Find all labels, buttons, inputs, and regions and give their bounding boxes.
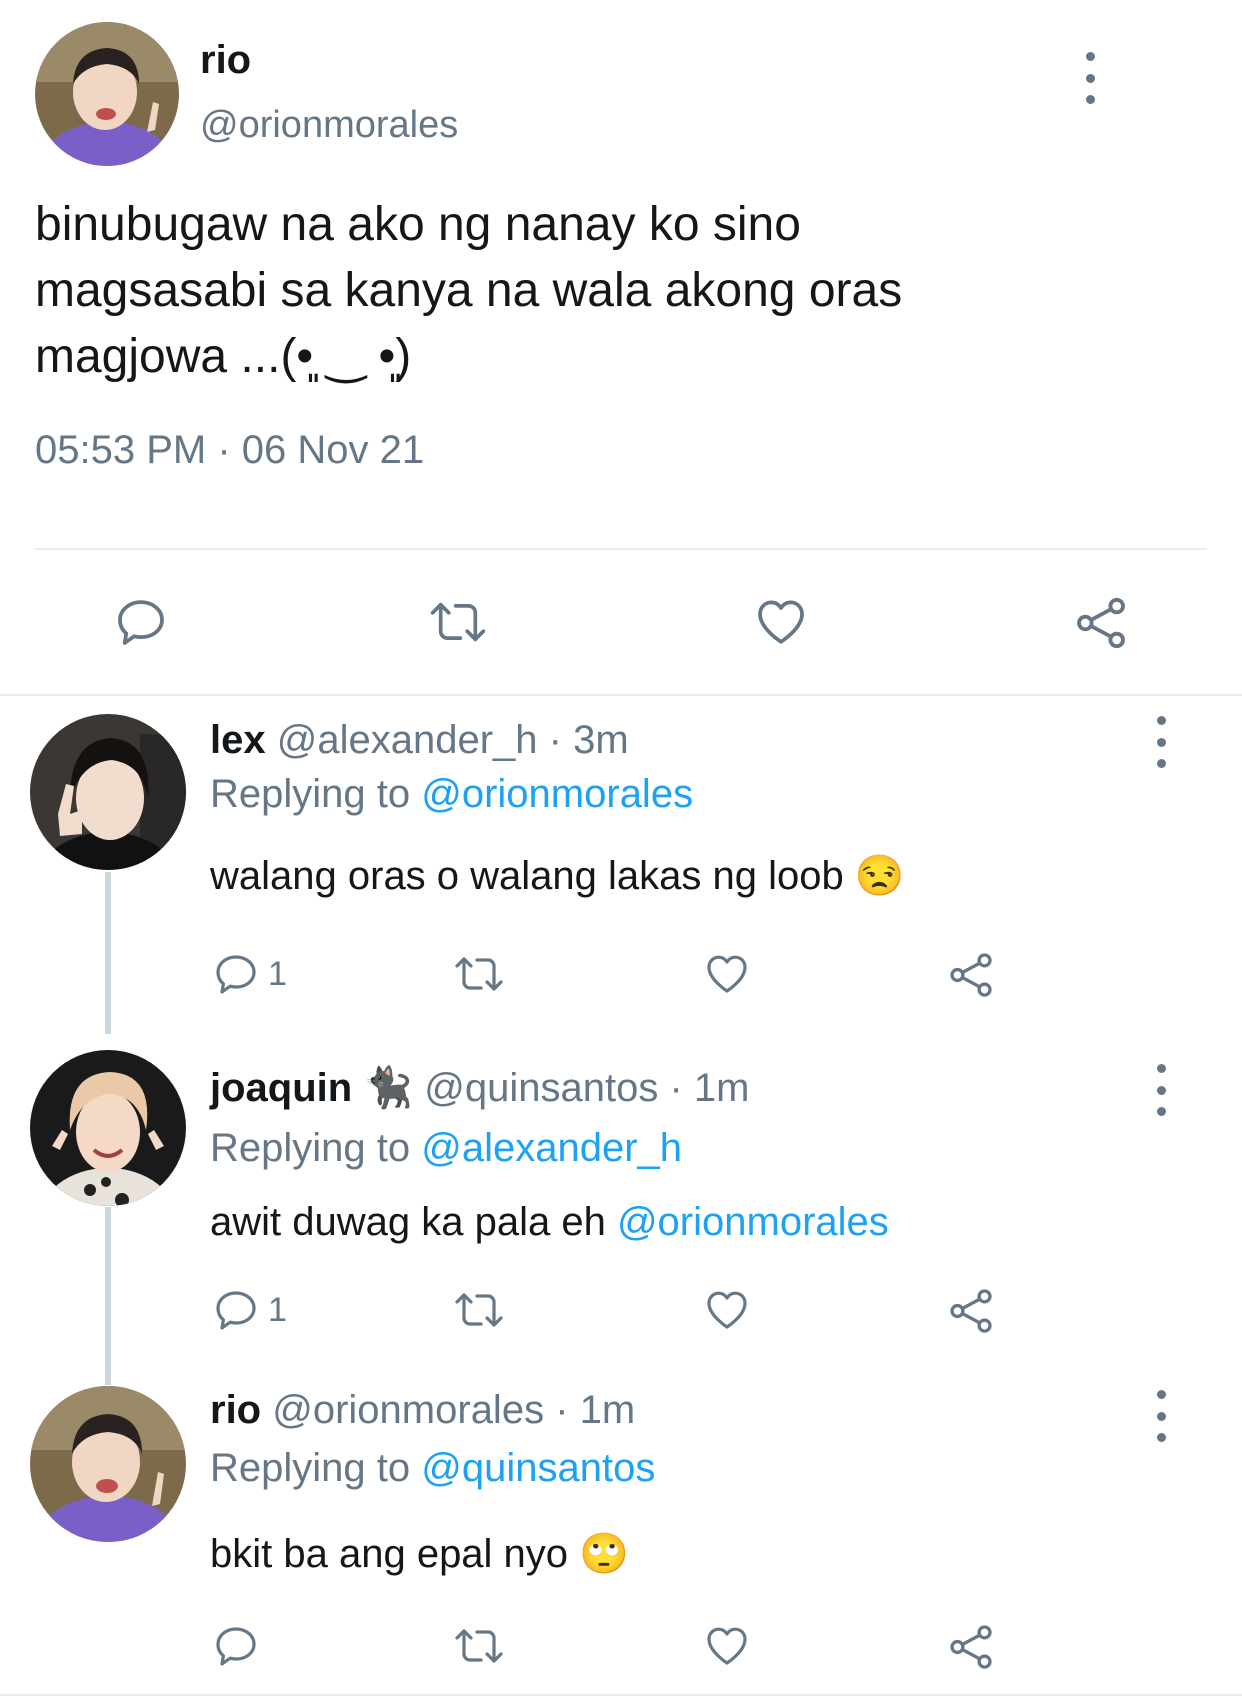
retweet-icon <box>430 602 486 642</box>
share-button[interactable] <box>946 1622 996 1672</box>
replying-to: Replying to @quinsantos <box>210 1446 655 1491</box>
share-icon <box>950 1289 992 1333</box>
retweet-icon <box>455 957 503 991</box>
retweet-button[interactable] <box>428 594 488 650</box>
reply-button[interactable]: 1 <box>212 1286 287 1334</box>
share-button[interactable] <box>946 1286 996 1336</box>
reply-text-body: walang oras o walang lakas ng loob <box>210 854 844 898</box>
tweet-timestamp[interactable]: 05:53 PM · 06 Nov 21 <box>35 428 424 473</box>
retweet-icon <box>455 1293 503 1327</box>
section-divider <box>0 694 1242 696</box>
replying-to-label: Replying to <box>210 1126 411 1170</box>
more-vertical-icon <box>1080 52 1100 104</box>
thread-line <box>105 1207 111 1385</box>
avatar[interactable] <box>30 1386 186 1542</box>
more-vertical-icon <box>1151 1390 1171 1442</box>
avatar[interactable] <box>30 1050 186 1206</box>
reply-time: · 1m <box>555 1388 636 1432</box>
reply-icon <box>216 955 256 994</box>
mention-link[interactable]: @orionmorales <box>617 1200 889 1244</box>
replying-to-link[interactable]: @orionmorales <box>421 772 693 816</box>
reply-header: lex @alexander_h · 3m <box>210 718 629 763</box>
handle[interactable]: @alexander_h <box>277 718 538 762</box>
replying-to-label: Replying to <box>210 1446 411 1490</box>
reply-icon <box>118 600 164 645</box>
more-button[interactable] <box>1151 716 1171 768</box>
heart-icon <box>758 600 804 644</box>
bottom-divider <box>0 1694 1242 1696</box>
more-button[interactable] <box>1151 1064 1171 1116</box>
divider <box>35 548 1207 550</box>
name-emoji: 🐈‍⬛ <box>363 1066 414 1110</box>
display-name[interactable]: rio <box>210 1388 261 1432</box>
emoji: 🙄 <box>579 1532 629 1576</box>
reply-time: · 1m <box>669 1066 750 1110</box>
reply-button[interactable] <box>113 594 169 650</box>
tweet-text-line: binubugaw na ako ng nanay ko sino <box>35 198 801 251</box>
display-name[interactable]: rio <box>200 38 251 83</box>
like-button[interactable] <box>752 594 810 650</box>
avatar[interactable] <box>30 714 186 870</box>
more-button[interactable] <box>1080 52 1100 104</box>
avatar[interactable] <box>35 22 179 166</box>
like-button[interactable] <box>702 1286 752 1334</box>
more-vertical-icon <box>1151 1064 1171 1116</box>
heart-icon <box>707 1291 747 1329</box>
replying-to-link[interactable]: @alexander_h <box>421 1126 682 1170</box>
emoji: 😒 <box>854 854 905 898</box>
reply-text: bkit ba ang epal nyo 🙄 <box>210 1530 629 1577</box>
reply-count: 1 <box>268 954 287 993</box>
heart-icon <box>707 1627 747 1665</box>
heart-icon <box>707 955 747 993</box>
retweet-button[interactable] <box>452 1286 506 1334</box>
reply-time: · 3m <box>548 718 629 762</box>
replying-to-link[interactable]: @quinsantos <box>421 1446 655 1490</box>
reply-text: awit duwag ka pala eh @orionmorales <box>210 1200 889 1245</box>
reply-text-body: awit duwag ka pala eh <box>210 1200 606 1244</box>
tweet-text: binubugaw na ako ng nanay ko sino magsas… <box>35 192 902 390</box>
retweet-button[interactable] <box>452 1622 506 1670</box>
reply-button[interactable] <box>212 1622 268 1670</box>
reply-text: walang oras o walang lakas ng loob 😒 <box>210 852 905 899</box>
replying-to: Replying to @orionmorales <box>210 772 693 817</box>
display-name[interactable]: lex <box>210 718 266 762</box>
share-icon <box>950 1625 992 1669</box>
display-name[interactable]: joaquin <box>210 1066 352 1110</box>
reply-icon <box>216 1627 256 1666</box>
reply-icon <box>216 1291 256 1330</box>
more-vertical-icon <box>1151 716 1171 768</box>
more-button[interactable] <box>1151 1390 1171 1442</box>
share-icon <box>950 953 992 997</box>
retweet-icon <box>455 1629 503 1663</box>
handle[interactable]: @orionmorales <box>272 1388 544 1432</box>
tweet-text-line: magsasabi sa kanya na wala akong oras <box>35 264 903 317</box>
share-button[interactable] <box>1072 594 1130 652</box>
thread-line <box>105 872 111 1034</box>
like-button[interactable] <box>702 1622 752 1670</box>
reply-button[interactable]: 1 <box>212 950 287 998</box>
reply-header: rio @orionmorales · 1m <box>210 1388 635 1433</box>
handle[interactable]: @quinsantos <box>424 1066 658 1110</box>
handle[interactable]: @orionmorales <box>200 104 458 147</box>
reply-count: 1 <box>268 1290 287 1329</box>
retweet-button[interactable] <box>452 950 506 998</box>
replying-to-label: Replying to <box>210 772 411 816</box>
tweet-text-line: magjowa ...(•͈ ‿ •͈) <box>35 330 412 383</box>
like-button[interactable] <box>702 950 752 998</box>
reply-header: joaquin 🐈‍⬛ @quinsantos · 1m <box>210 1064 750 1111</box>
reply-text-body: bkit ba ang epal nyo <box>210 1532 569 1576</box>
share-button[interactable] <box>946 950 996 1000</box>
replying-to: Replying to @alexander_h <box>210 1126 682 1171</box>
share-icon <box>1077 597 1125 649</box>
